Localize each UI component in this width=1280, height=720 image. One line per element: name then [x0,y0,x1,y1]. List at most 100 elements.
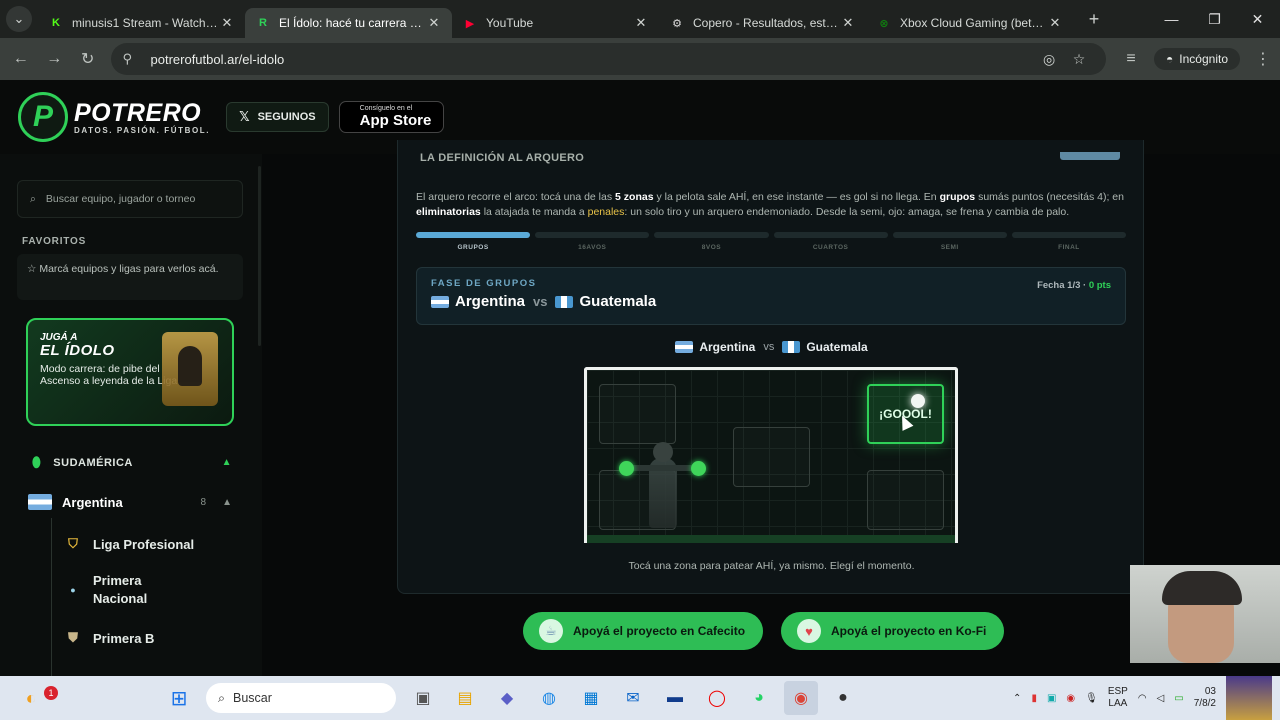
windows-start-icon[interactable]: ⊞ [162,681,196,715]
player-card-image [162,332,218,406]
sidebar-search-input[interactable]: ⌕ Buscar equipo, jugador o torneo [17,180,243,218]
potrero-logo-mark-icon: P [18,92,68,142]
whatsapp-icon[interactable]: ◕ [742,681,776,715]
notification-badge: 1 [44,686,58,700]
minimize-icon[interactable]: — [1150,0,1193,38]
stage-semi: SEMI [892,232,1007,251]
stage-bar [1011,232,1127,238]
el-idolo-promo-card[interactable]: JUGÁ A EL ÍDOLO Modo carrera: de pibe de… [26,318,234,426]
league-label: Primera B [93,630,155,646]
opera-icon[interactable]: ◯ [700,681,734,715]
task-view-icon[interactable]: ▣ [406,681,440,715]
potrero-logo[interactable]: P POTRERO DATOS. PASIÓN. FÚTBOL. [18,92,210,142]
search-icon: ⌕ [30,192,36,205]
desc-text: El arquero recorre el arco: tocá una de … [416,191,616,203]
game-panel: LA DEFINICIÓN AL ARQUERO El arquero reco… [397,140,1144,594]
widget-sun-icon: ◐ [25,687,37,708]
tray-app-icon[interactable]: ▣ [1047,693,1056,704]
taskbar-search-placeholder: Buscar [233,691,272,705]
browser-tab-strip: ⌄ K minusis1 Stream - Watch Li... ✕ R El… [0,0,1280,38]
input-language[interactable]: ESP LAA [1108,686,1128,710]
sidebar-item-liga-profesional[interactable]: ⛉ Liga Profesional [64,534,194,554]
close-tab-icon[interactable]: ✕ [1047,15,1063,31]
guatemala-flag-icon [782,341,801,353]
tracking-protection-eye-off-icon[interactable]: ◎ [1034,51,1064,68]
address-bar[interactable]: ⚲ potrerofutbol.ar/el-idolo ◎ ☆ [110,43,1107,75]
desc-bold: 5 zonas [615,191,654,203]
browser-tab[interactable]: ⊗ Xbox Cloud Gaming (beta) e... ✕ [866,8,1073,38]
media-control-icon[interactable]: ≡ [1114,42,1148,76]
new-tab-plus-icon[interactable]: + [1079,4,1109,34]
sidebar-item-primera-nacional[interactable]: ● Primera Nacional [64,572,163,608]
site-info-icon[interactable]: ⚲ [123,51,143,67]
browser-tab[interactable]: ⚙ Copero - Resultados, estadi... ✕ [659,8,866,38]
sidebar-item-primera-b[interactable]: ⛊ Primera B [64,628,154,648]
follow-x-button[interactable]: 𝕏 SEGUINOS [226,102,329,132]
forward-arrow-icon[interactable]: → [38,42,72,76]
back-arrow-icon[interactable]: ← [4,42,38,76]
browser-tab-active[interactable]: R El Ídolo: hacé tu carrera en l... ✕ [245,8,452,38]
zone-bottom-right[interactable] [867,470,944,530]
support-kofi-button[interactable]: ♥ Apoyá el proyecto en Ko-Fi [781,612,1005,650]
support-label: Apoyá el proyecto en Cafecito [573,624,746,638]
maximize-icon[interactable]: ❐ [1193,0,1236,38]
stage-bar [654,232,769,238]
tab-title: minusis1 Stream - Watch Li... [72,16,219,30]
battery-icon[interactable]: ▭ [1174,693,1183,704]
incognito-indicator[interactable]: ◓ Incógnito [1154,48,1240,70]
close-tab-icon[interactable]: ✕ [426,15,442,31]
home-team: Argentina [699,340,756,354]
tab-search-button[interactable]: ⌄ [0,0,38,38]
weather-widget-icon[interactable]: ◐ 1 [14,681,58,715]
tray-overflow-chevron-icon[interactable]: ⌃ [1013,693,1021,704]
tray-app-icon[interactable]: ◉ [1066,693,1075,704]
chrome-icon[interactable]: ◉ [784,681,818,715]
outlook-icon[interactable]: ✉ [616,681,650,715]
close-tab-icon[interactable]: ✕ [633,15,649,31]
sidebar-scrollbar[interactable] [258,166,261,346]
clock[interactable]: 03 7/8/2 [1194,686,1216,710]
zone-top-left[interactable] [599,384,676,444]
favorites-heading: FAVORITOS [22,236,87,247]
teams-icon[interactable]: ◆ [490,681,524,715]
close-tab-icon[interactable]: ✕ [840,15,856,31]
region-sudamerica[interactable]: ⬮ SUDAMÉRICA ▲ [32,454,232,471]
desc-text: y la pelota sale AHÍ, en ese instante — … [653,191,940,203]
guatemala-flag-icon [555,295,574,308]
panel-top-button[interactable] [1060,152,1120,160]
avatar[interactable] [1226,676,1272,720]
chevron-up-icon[interactable]: ▲ [222,497,232,508]
close-tab-icon[interactable]: ✕ [219,15,235,31]
browser-tab[interactable]: K minusis1 Stream - Watch Li... ✕ [38,8,245,38]
reload-icon[interactable]: ↻ [71,42,105,76]
menu-kebab-icon[interactable]: ⋮ [1246,42,1280,76]
chevron-up-icon[interactable]: ▲ [222,457,232,468]
bookmark-star-icon[interactable]: ☆ [1064,51,1094,68]
brand-name: POTRERO [74,98,202,127]
wifi-icon[interactable]: ◠ [1138,693,1147,704]
country-argentina[interactable]: Argentina 8 ▲ [28,494,232,510]
microphone-icon[interactable]: 🎙 [1085,693,1098,704]
clock-date: 7/8/2 [1193,698,1216,709]
tray-app-icon[interactable]: ▮ [1031,693,1037,704]
store-icon[interactable]: ▦ [574,681,608,715]
tab-title: YouTube [486,16,534,30]
edge-icon[interactable]: ◍ [532,681,566,715]
file-explorer-icon[interactable]: ▤ [448,681,482,715]
tree-connector [51,518,52,676]
x-logo-icon: 𝕏 [239,109,250,124]
obs-icon[interactable]: ● [826,681,860,715]
zone-center[interactable] [733,427,810,487]
home-team: Argentina [455,293,526,310]
taskbar-search-input[interactable]: ⌕ Buscar [206,683,396,713]
windows-taskbar: ◐ 1 ⊞ ⌕ Buscar ▣ ▤ ◆ ◍ ▦ ✉ ▬ ◯ ◕ ◉ ● ⌃ ▮… [0,676,1280,720]
support-cafecito-button[interactable]: ☕ Apoyá el proyecto en Cafecito [523,612,764,650]
xbox-favicon-icon: ⊗ [879,17,889,30]
app-store-badge-button[interactable]: Consíguelo en el App Store [338,101,445,133]
goal-grass-line [587,535,955,543]
disney-plus-icon[interactable]: ▬ [658,681,692,715]
goal-frame: ¡GOOOL! [584,367,958,543]
browser-tab[interactable]: ▶ YouTube ✕ [452,8,659,38]
window-close-icon[interactable]: ✕ [1236,0,1279,38]
volume-icon[interactable]: ◁ [1157,693,1165,704]
